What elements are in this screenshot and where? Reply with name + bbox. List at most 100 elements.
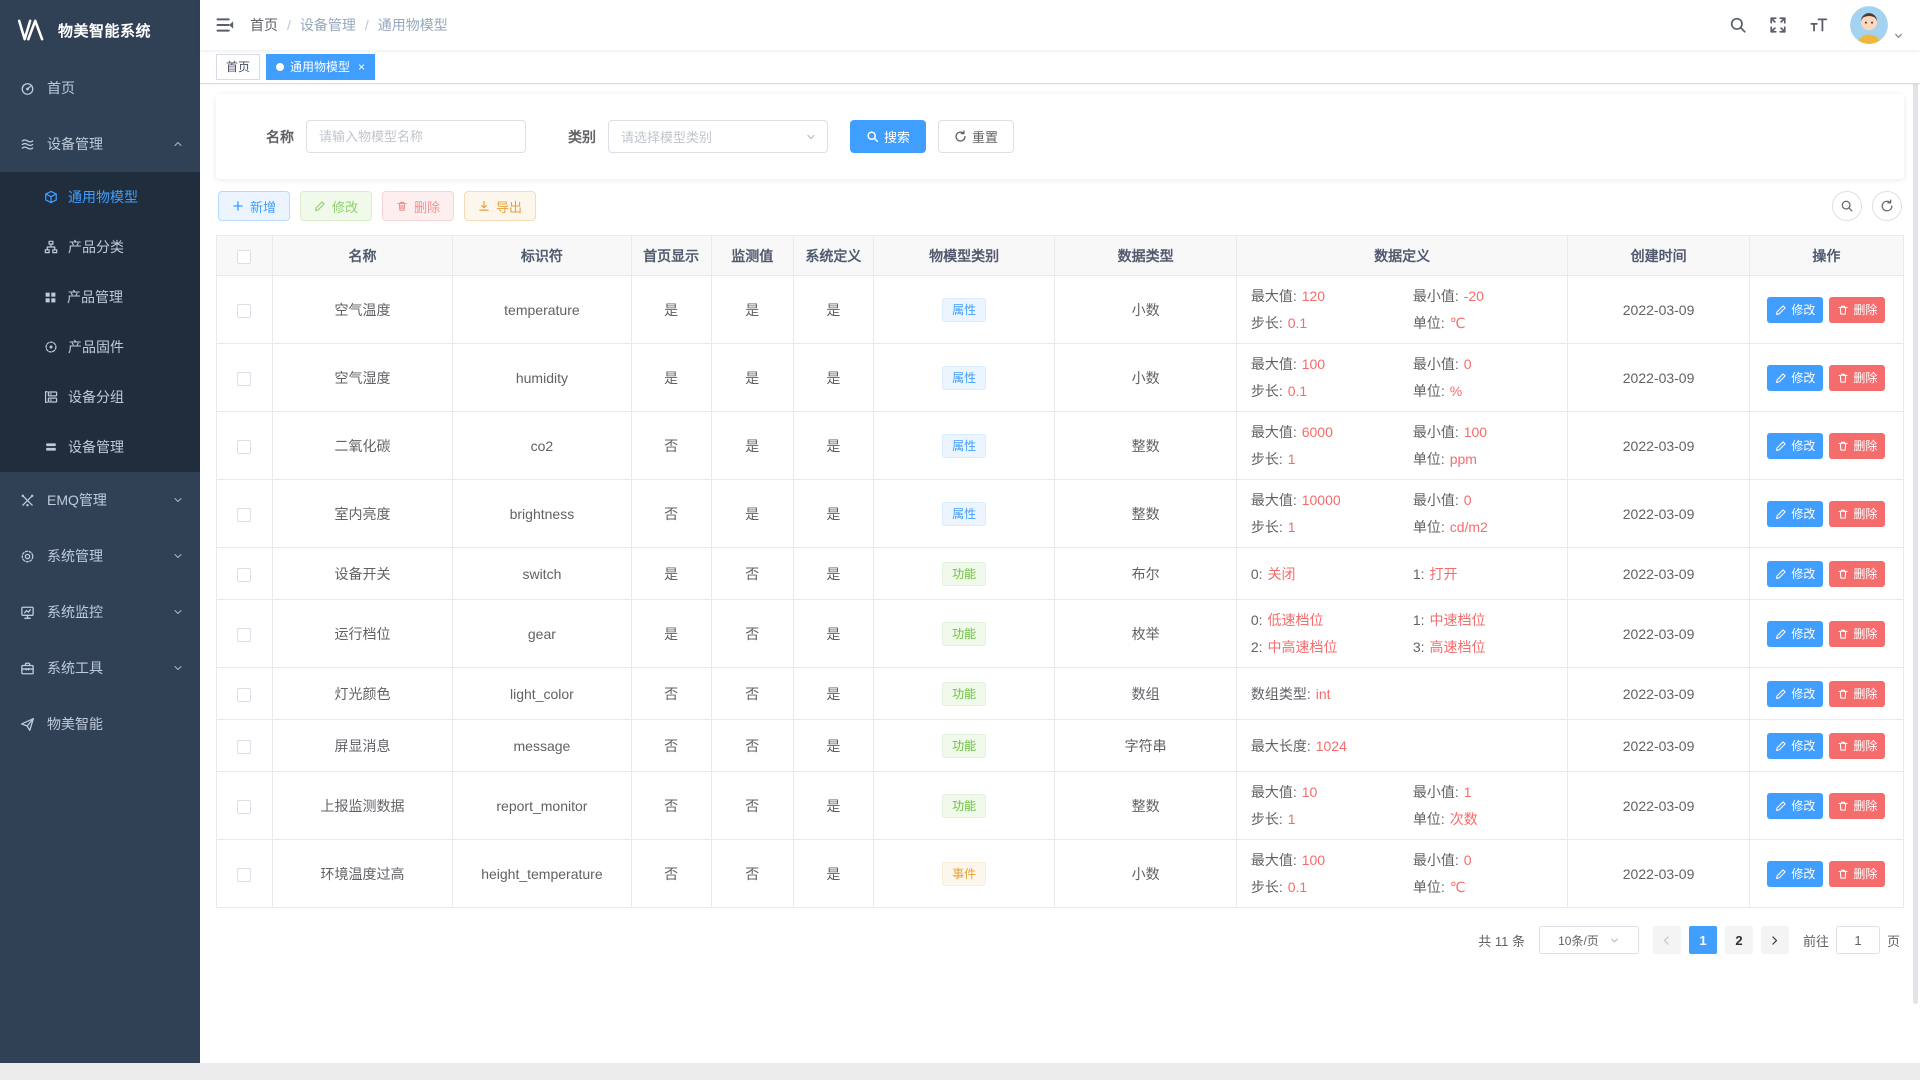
breadcrumb-item[interactable]: 设备管理 (300, 15, 356, 35)
chevron-down-icon (1609, 935, 1620, 946)
row-delete-button[interactable]: 删除 (1829, 501, 1885, 527)
definition-label: 最小值: (1413, 356, 1459, 372)
sidebar-item-device-manage[interactable]: 设备管理 (0, 116, 200, 172)
cell-select (217, 276, 273, 344)
cell-data-type: 小数 (1055, 344, 1236, 412)
prev-page-button[interactable] (1653, 926, 1681, 954)
refresh-table-button[interactable] (1872, 191, 1902, 221)
row-delete-button[interactable]: 删除 (1829, 681, 1885, 707)
sidebar-item-home[interactable]: 首页 (0, 60, 200, 116)
select-all-checkbox[interactable] (237, 250, 251, 264)
cell-created: 2022-03-09 (1568, 276, 1749, 344)
cell-monitor: 否 (711, 720, 793, 772)
row-checkbox[interactable] (237, 628, 251, 642)
cell-select (217, 600, 273, 668)
font-size-icon[interactable] (1809, 16, 1828, 34)
definition-item: 单位:cd/m2 (1413, 517, 1560, 537)
tab-home[interactable]: 首页 (216, 54, 260, 80)
gear-icon (20, 549, 35, 564)
logo-icon (16, 19, 48, 41)
row-delete-button[interactable]: 删除 (1829, 433, 1885, 459)
sidebar-item-system-monitor[interactable]: 系统监控 (0, 584, 200, 640)
sidebar-item-system-tools[interactable]: 系统工具 (0, 640, 200, 696)
edit-button[interactable]: 修改 (300, 191, 372, 221)
scrollbar[interactable] (1913, 64, 1918, 1004)
search-icon (866, 130, 879, 143)
row-edit-button[interactable]: 修改 (1767, 561, 1823, 587)
sidebar-item-wumei[interactable]: 物美智能 (0, 696, 200, 752)
page-size-select[interactable]: 10条/页 (1539, 926, 1639, 954)
app-logo[interactable]: 物美智能系统 (0, 0, 200, 60)
sidebar-subitem-thing-model[interactable]: 通用物模型 (0, 172, 200, 222)
row-edit-button[interactable]: 修改 (1767, 433, 1823, 459)
fullscreen-icon[interactable] (1769, 16, 1787, 34)
page-button-2[interactable]: 2 (1725, 926, 1753, 954)
sidebar-subitem-device-list[interactable]: 设备管理 (0, 422, 200, 472)
user-menu[interactable] (1850, 6, 1904, 44)
row-checkbox[interactable] (237, 372, 251, 386)
delete-button[interactable]: 删除 (382, 191, 454, 221)
row-checkbox[interactable] (237, 800, 251, 814)
row-delete-button[interactable]: 删除 (1829, 793, 1885, 819)
row-edit-button[interactable]: 修改 (1767, 297, 1823, 323)
tab-thing-model[interactable]: 通用物模型× (266, 54, 375, 80)
sidebar-subitem-device-group[interactable]: 设备分组 (0, 372, 200, 422)
cell-select (217, 840, 273, 908)
row-delete-label: 删除 (1853, 797, 1877, 814)
row-edit-button[interactable]: 修改 (1767, 861, 1823, 887)
tab-close-icon[interactable]: × (358, 60, 365, 74)
sidebar-subitem-product-firmware[interactable]: 产品固件 (0, 322, 200, 372)
search-icon[interactable] (1729, 16, 1747, 34)
definition-item: 最小值:-20 (1413, 286, 1560, 306)
row-delete-button[interactable]: 删除 (1829, 621, 1885, 647)
definition-value: 100 (1302, 852, 1325, 868)
row-checkbox[interactable] (237, 304, 251, 318)
sidebar-subitem-product-manage[interactable]: 产品管理 (0, 272, 200, 322)
sidebar-item-system-manage[interactable]: 系统管理 (0, 528, 200, 584)
next-page-button[interactable] (1761, 926, 1789, 954)
search-button[interactable]: 搜索 (850, 120, 926, 153)
show-search-button[interactable] (1832, 191, 1862, 221)
avatar[interactable] (1850, 6, 1888, 44)
dashboard-icon (20, 81, 35, 96)
row-edit-button[interactable]: 修改 (1767, 793, 1823, 819)
breadcrumb-item: 通用物模型 (378, 15, 448, 35)
row-checkbox[interactable] (237, 568, 251, 582)
name-input[interactable] (306, 120, 526, 153)
navbar-right (1729, 6, 1920, 44)
hamburger-icon[interactable] (200, 15, 250, 35)
row-delete-button[interactable]: 删除 (1829, 561, 1885, 587)
trash-icon (1837, 740, 1849, 752)
cell-monitor: 否 (711, 668, 793, 720)
cell-monitor: 是 (711, 276, 793, 344)
col-identifier: 标识符 (453, 236, 631, 276)
row-delete-button[interactable]: 删除 (1829, 297, 1885, 323)
pencil-icon (1775, 568, 1787, 580)
export-button[interactable]: 导出 (464, 191, 536, 221)
page-button-1[interactable]: 1 (1689, 926, 1717, 954)
add-button[interactable]: 新增 (218, 191, 290, 221)
category-select[interactable]: 请选择模型类别 (608, 120, 828, 153)
plus-icon (232, 200, 244, 212)
row-checkbox[interactable] (237, 688, 251, 702)
reset-button[interactable]: 重置 (938, 120, 1014, 153)
row-edit-button[interactable]: 修改 (1767, 621, 1823, 647)
sidebar-subitem-product-category[interactable]: 产品分类 (0, 222, 200, 272)
row-checkbox[interactable] (237, 508, 251, 522)
breadcrumb-item[interactable]: 首页 (250, 15, 278, 35)
row-delete-button[interactable]: 删除 (1829, 861, 1885, 887)
definition-value: 0.1 (1288, 383, 1307, 399)
row-checkbox[interactable] (237, 440, 251, 454)
goto-page-input[interactable] (1836, 926, 1880, 954)
row-checkbox[interactable] (237, 868, 251, 882)
sidebar-item-emq[interactable]: EMQ管理 (0, 472, 200, 528)
row-delete-button[interactable]: 删除 (1829, 733, 1885, 759)
cell-name: 空气湿度 (272, 344, 452, 412)
row-edit-button[interactable]: 修改 (1767, 365, 1823, 391)
row-edit-button[interactable]: 修改 (1767, 501, 1823, 527)
row-edit-button[interactable]: 修改 (1767, 681, 1823, 707)
row-delete-button[interactable]: 删除 (1829, 365, 1885, 391)
cell-category: 属性 (873, 412, 1054, 480)
row-edit-button[interactable]: 修改 (1767, 733, 1823, 759)
row-checkbox[interactable] (237, 740, 251, 754)
